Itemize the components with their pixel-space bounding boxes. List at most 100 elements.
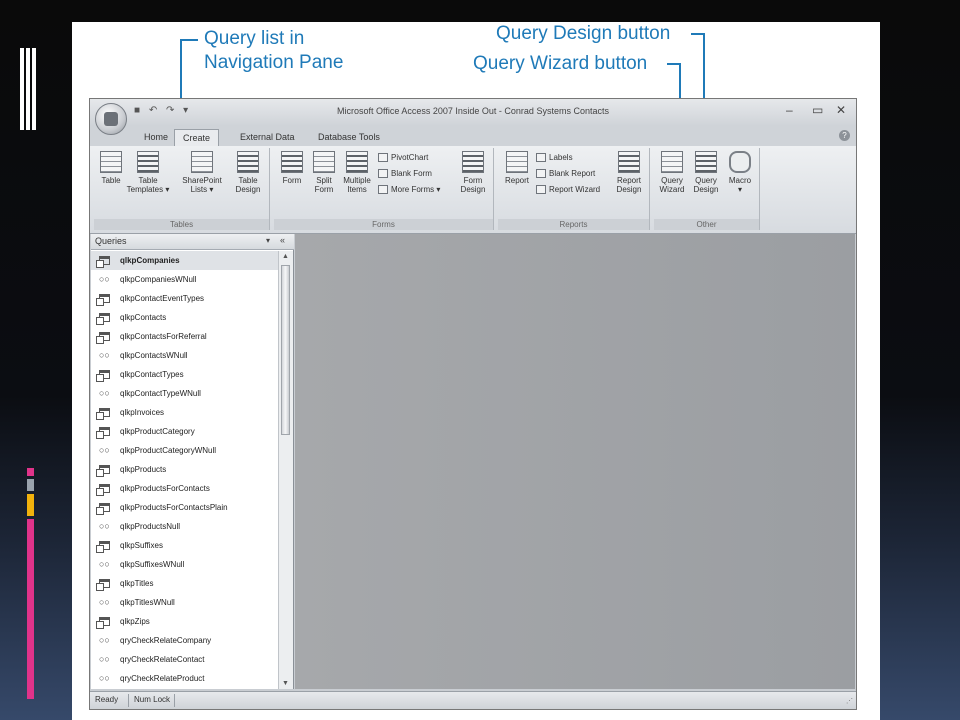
table-templates-button[interactable]: Table Templates ▾ — [126, 151, 170, 194]
query-design-button[interactable]: Query Design — [690, 151, 722, 194]
group-reports: Report Labels Blank Report Report Wizard… — [498, 148, 650, 230]
query-name: qryCheckRelateCompany — [120, 636, 212, 645]
list-item[interactable]: qlkpZips — [91, 612, 278, 631]
list-item[interactable]: ○○ qlkpTitlesWNull — [91, 593, 278, 612]
list-item[interactable]: qlkpSuffixes — [91, 536, 278, 555]
office-logo-icon — [104, 112, 118, 126]
list-item[interactable]: qlkpProducts — [91, 460, 278, 479]
report-design-button[interactable]: Report Design — [612, 151, 646, 194]
multiple-items-icon — [346, 151, 368, 173]
list-item[interactable]: qlkpProductsForContacts — [91, 479, 278, 498]
navigation-pane: Queries ▾ « qlkpCompanies ○○ qlkpCompanies… — [91, 234, 294, 689]
sharepoint-lists-label: Lists ▾ — [190, 185, 214, 194]
list-item[interactable]: ○○ qlkpContactTypeWNull — [91, 384, 278, 403]
list-item[interactable]: ○○ qryCheckRelateProduct — [91, 669, 278, 688]
list-item[interactable]: qlkpContactEventTypes — [91, 289, 278, 308]
accent-pink-long — [27, 519, 34, 699]
shutter-bar-collapse-icon[interactable]: « — [280, 235, 285, 245]
blank-form-button[interactable]: Blank Form — [378, 167, 432, 181]
list-item[interactable]: ○○ qlkpProductCategoryWNull — [91, 441, 278, 460]
list-item[interactable]: qlkpProductCategory — [91, 422, 278, 441]
accent-gray — [27, 479, 34, 491]
multiple-items-button[interactable]: Multiple Items — [340, 151, 374, 194]
query-name: qlkpProductCategory — [120, 427, 195, 436]
join-query-icon: ○○ — [99, 673, 110, 683]
select-query-icon — [96, 427, 110, 439]
join-query-icon: ○○ — [99, 274, 110, 284]
slide-accent-strip — [27, 468, 34, 702]
pivotchart-icon — [378, 153, 388, 163]
split-form-label: Split — [316, 176, 332, 185]
list-item[interactable]: ○○ qryCheckRelateCompany — [91, 631, 278, 650]
chevron-down-icon[interactable]: ▾ — [266, 236, 270, 245]
query-name: qlkpSuffixes — [120, 541, 163, 550]
query-design-label: Design — [693, 185, 719, 194]
list-item[interactable]: ○○ qlkpProductsNull — [91, 517, 278, 536]
more-forms-button[interactable]: More Forms ▾ — [378, 183, 440, 197]
report-design-icon — [618, 151, 640, 173]
list-item[interactable]: qlkpContacts — [91, 308, 278, 327]
sharepoint-lists-icon — [191, 151, 213, 173]
decor-bar — [26, 48, 30, 130]
scroll-up-icon[interactable]: ▲ — [282, 253, 289, 260]
list-item[interactable]: qlkpInvoices — [91, 403, 278, 422]
report-icon — [506, 151, 528, 173]
scroll-thumb[interactable] — [281, 265, 290, 435]
join-query-icon: ○○ — [99, 445, 110, 455]
scroll-down-icon[interactable]: ▼ — [282, 680, 289, 687]
list-item[interactable]: qlkpProductsForContactsPlain — [91, 498, 278, 517]
query-name: qlkpTitles — [120, 579, 154, 588]
labels-button[interactable]: Labels — [536, 151, 573, 165]
ribbon-tabs: Home Create External Data Database Tools… — [90, 126, 856, 146]
status-bar: Ready Num Lock ⋰ — [90, 691, 856, 709]
table-button[interactable]: Table — [97, 151, 125, 185]
query-wizard-label: Query — [661, 176, 683, 185]
list-item[interactable]: qlkpContactsForReferral — [91, 327, 278, 346]
sharepoint-lists-button[interactable]: SharePoint Lists ▾ — [178, 151, 226, 194]
minimize-button[interactable]: – — [786, 103, 793, 117]
form-design-label: Design — [460, 185, 486, 194]
list-item[interactable]: ○○ qlkpContactsWNull — [91, 346, 278, 365]
tab-create[interactable]: Create — [174, 129, 220, 146]
list-item[interactable]: qlkpCompanies — [91, 251, 278, 270]
multiple-items-label: Items — [347, 185, 367, 194]
list-item[interactable]: qlkpContactTypes — [91, 365, 278, 384]
form-button[interactable]: Form — [278, 151, 306, 185]
table-design-button[interactable]: Table Design — [230, 151, 266, 194]
query-wizard-button[interactable]: Query Wizard — [656, 151, 688, 194]
list-item[interactable]: ○○ qlkpSuffixesWNull — [91, 555, 278, 574]
nav-pane-scrollbar[interactable]: ▲ ▼ — [278, 251, 293, 689]
close-button[interactable]: ✕ — [836, 103, 846, 117]
query-name: qlkpProductsForContactsPlain — [120, 503, 228, 512]
macro-button[interactable]: Macro ▾ — [724, 151, 756, 194]
callout-query-design: Query Design button — [496, 23, 671, 44]
tab-database-tools[interactable]: Database Tools — [310, 129, 388, 146]
form-design-button[interactable]: Form Design — [456, 151, 490, 194]
pivotchart-button[interactable]: PivotChart — [378, 151, 428, 165]
table-templates-icon — [137, 151, 159, 173]
list-item[interactable]: qlkpTitles — [91, 574, 278, 593]
callout-query-list-line1: Query list in — [204, 28, 305, 49]
nav-pane-header[interactable]: Queries ▾ « — [91, 234, 294, 250]
report-wizard-button[interactable]: Report Wizard — [536, 183, 600, 197]
status-divider — [174, 694, 175, 707]
more-forms-icon — [378, 185, 388, 195]
list-item[interactable]: ○○ qlkpCompaniesWNull — [91, 270, 278, 289]
tab-home[interactable]: Home — [136, 129, 176, 146]
list-item[interactable]: qryCompanies — [91, 688, 278, 689]
tab-external-data[interactable]: External Data — [232, 129, 303, 146]
blank-form-icon — [378, 169, 388, 179]
query-name: qlkpTitlesWNull — [120, 598, 175, 607]
select-query-icon — [96, 465, 110, 477]
split-form-button[interactable]: Split Form — [310, 151, 338, 194]
office-button[interactable] — [95, 103, 127, 135]
help-icon[interactable]: ? — [839, 130, 850, 141]
blank-report-button[interactable]: Blank Report — [536, 167, 595, 181]
query-name: qlkpContactsWNull — [120, 351, 188, 360]
resize-grip-icon[interactable]: ⋰ — [846, 697, 853, 705]
maximize-button[interactable]: ▭ — [812, 103, 823, 117]
callout-query-wizard: Query Wizard button — [473, 53, 648, 74]
query-list: qlkpCompanies ○○ qlkpCompaniesWNull qlkpCon… — [91, 251, 278, 689]
list-item[interactable]: ○○ qryCheckRelateContact — [91, 650, 278, 669]
report-button[interactable]: Report — [502, 151, 532, 185]
